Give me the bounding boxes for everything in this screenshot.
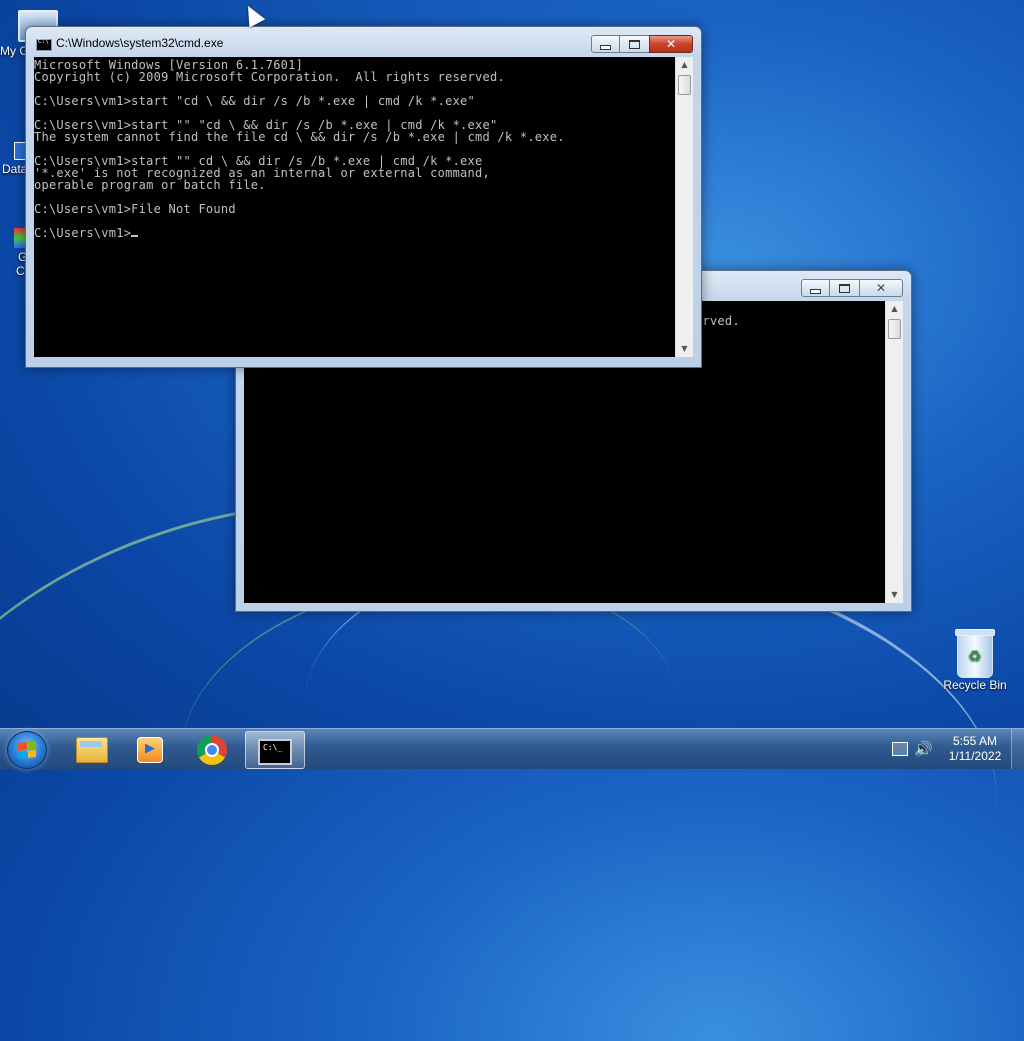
scroll-up-arrow-icon[interactable]: ▲ bbox=[676, 57, 693, 73]
desktop-icon-label: Data bbox=[2, 162, 28, 176]
clock[interactable]: 5:55 AM 1/11/2022 bbox=[940, 734, 1010, 764]
close-button[interactable]: ✕ bbox=[859, 279, 903, 297]
show-desktop-button[interactable] bbox=[1011, 729, 1024, 769]
window-controls: ✕ bbox=[591, 35, 693, 53]
console-prompt: C:\Users\vm1> bbox=[34, 226, 132, 240]
window-title: C:\Windows\system32\cmd.exe bbox=[56, 36, 224, 50]
taskbar: 🔊 5:55 AM 1/11/2022 bbox=[0, 728, 1024, 769]
media-player-icon bbox=[137, 737, 163, 763]
recycle-symbol-icon: ♻ bbox=[968, 648, 982, 665]
close-button[interactable]: ✕ bbox=[649, 35, 693, 53]
minimize-icon bbox=[810, 288, 821, 294]
taskbar-chrome-button[interactable] bbox=[182, 731, 240, 767]
close-icon: ✕ bbox=[665, 37, 677, 51]
desktop-icon-label: C bbox=[16, 264, 25, 278]
console-line: C:\Users\vm1>File Not Found bbox=[34, 202, 236, 216]
taskbar-cmd-button[interactable] bbox=[245, 731, 305, 769]
maximize-icon bbox=[839, 283, 850, 293]
folder-icon bbox=[76, 737, 108, 763]
chrome-icon bbox=[197, 735, 227, 765]
maximize-button[interactable] bbox=[829, 279, 860, 297]
volume-icon[interactable]: 🔊 bbox=[914, 740, 933, 758]
cmd-app-icon bbox=[36, 38, 52, 51]
console-text: Microsoft Windows [Version 6.1.7601] Cop… bbox=[34, 57, 675, 239]
console-line: Copyright (c) 2009 Microsoft Corporation… bbox=[34, 70, 505, 84]
console-output[interactable]: Microsoft Windows [Version 6.1.7601] Cop… bbox=[34, 57, 675, 357]
title-bar[interactable]: C:\Windows\system32\cmd.exe ✕ bbox=[26, 27, 701, 57]
text-cursor bbox=[131, 235, 139, 237]
minimize-icon bbox=[600, 44, 611, 50]
clock-time: 5:55 AM bbox=[952, 734, 998, 748]
windows-logo-icon bbox=[18, 741, 36, 759]
vertical-scrollbar[interactable]: ▲ ▼ bbox=[675, 57, 693, 357]
desktop-icon-recycle-bin[interactable]: ♻ Recycle Bin bbox=[940, 629, 1010, 692]
scroll-thumb[interactable] bbox=[888, 319, 901, 339]
close-icon: ✕ bbox=[875, 281, 887, 295]
console-line: The system cannot find the file cd \ && … bbox=[34, 130, 565, 144]
console-line: C:\Users\vm1>start "cd \ && dir /s /b *.… bbox=[34, 94, 476, 108]
maximize-button[interactable] bbox=[619, 35, 650, 53]
cmd-icon bbox=[258, 739, 292, 765]
minimize-button[interactable] bbox=[801, 279, 830, 297]
recycle-bin-icon: ♻ bbox=[955, 629, 995, 678]
scroll-thumb[interactable] bbox=[678, 75, 691, 95]
taskbar-media-player-button[interactable] bbox=[120, 731, 178, 767]
cmd-window-front[interactable]: C:\Windows\system32\cmd.exe ✕ Microsoft … bbox=[25, 26, 702, 368]
desktop-icon-label: My C bbox=[0, 44, 28, 58]
scroll-down-arrow-icon[interactable]: ▼ bbox=[886, 587, 903, 603]
mouse-pointer-icon bbox=[240, 1, 266, 28]
system-tray: 🔊 5:55 AM 1/11/2022 bbox=[880, 729, 1024, 769]
minimize-button[interactable] bbox=[591, 35, 620, 53]
network-icon[interactable] bbox=[892, 742, 908, 756]
clock-date: 1/11/2022 bbox=[948, 749, 1002, 763]
console-line: operable program or batch file. bbox=[34, 178, 266, 192]
taskbar-explorer-button[interactable] bbox=[60, 731, 118, 767]
scroll-down-arrow-icon[interactable]: ▼ bbox=[676, 341, 693, 357]
vertical-scrollbar[interactable]: ▲ ▼ bbox=[885, 301, 903, 603]
window-controls: ✕ bbox=[801, 279, 903, 297]
start-button[interactable] bbox=[7, 731, 47, 769]
maximize-icon bbox=[629, 39, 640, 49]
scroll-up-arrow-icon[interactable]: ▲ bbox=[886, 301, 903, 317]
desktop-icon-label: Recycle Bin bbox=[943, 678, 1007, 692]
